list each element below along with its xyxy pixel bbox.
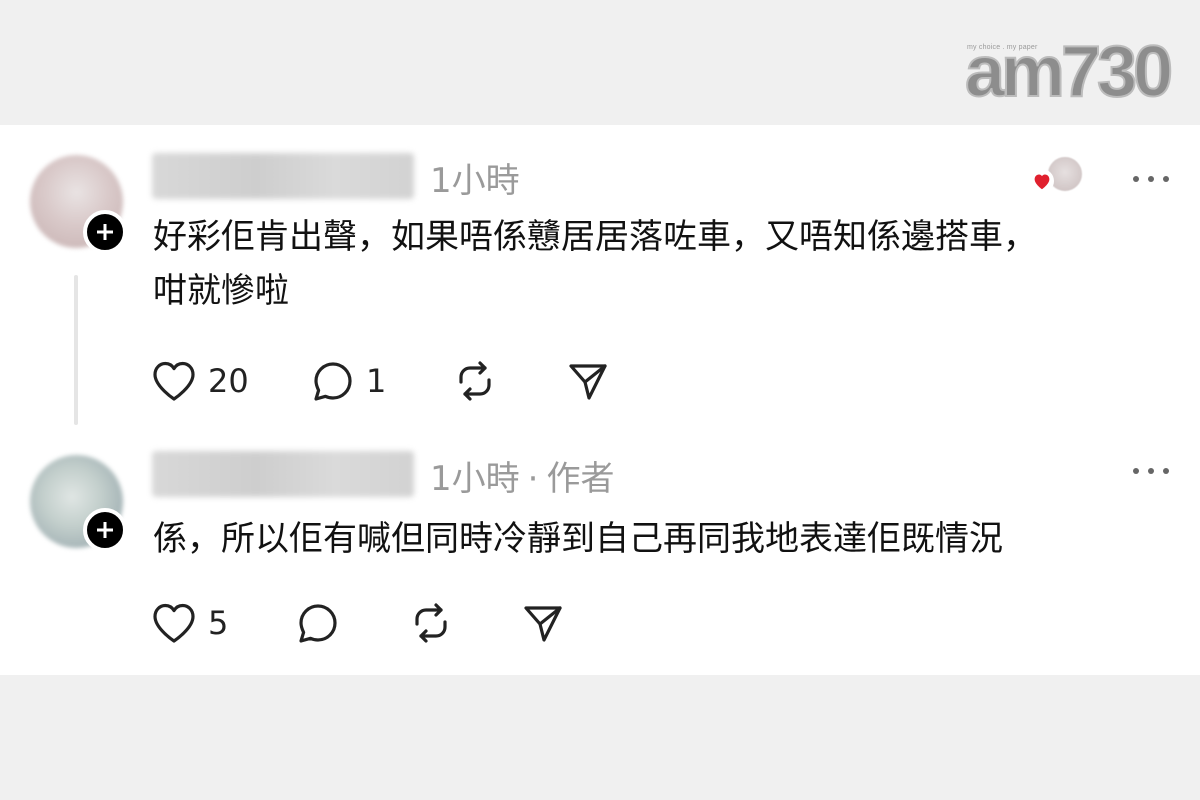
like-count: 20 xyxy=(208,362,249,400)
comment-icon xyxy=(299,604,337,643)
bottom-band xyxy=(0,675,1200,800)
comments-panel: 1小時 好彩佢肯出聲，如果唔係戇居居落咗車，又唔知係邊搭車， 咁就慘啦 20 1 xyxy=(0,125,1200,675)
like-count: 5 xyxy=(208,604,229,642)
comment-text-line: 係，所以佢有喊但同時冷靜到自己再同我地表達佢既情況 xyxy=(153,519,1003,559)
more-options-icon[interactable] xyxy=(1133,173,1169,185)
repost-button[interactable] xyxy=(408,595,454,651)
heart-icon xyxy=(153,361,195,401)
comment-meta: 1小時 · 作者 xyxy=(430,451,614,500)
repost-icon xyxy=(415,603,447,643)
timestamp: 1小時 xyxy=(430,459,520,499)
repost-button[interactable] xyxy=(452,353,498,409)
action-bar: 5 xyxy=(150,595,670,651)
author-tag: 作者 xyxy=(546,459,615,499)
comment-text: 係，所以佢有喊但同時冷靜到自己再同我地表達佢既情況 xyxy=(153,512,1163,566)
am730-logo: am730 my choice . my paper xyxy=(964,30,1174,110)
timestamp: 1小時 xyxy=(430,161,520,201)
comment-text-line: 咁就慘啦 xyxy=(153,271,289,311)
meta-separator: · xyxy=(527,459,539,499)
username-blurred[interactable] xyxy=(152,153,414,199)
top-banner: am730 my choice . my paper xyxy=(0,0,1200,125)
comment-icon xyxy=(314,362,352,401)
reply-button[interactable] xyxy=(295,595,351,651)
comment-meta: 1小時 xyxy=(430,153,520,202)
reply-count: 1 xyxy=(366,362,387,400)
comment-text: 好彩佢肯出聲，如果唔係戇居居落咗車，又唔知係邊搭車， 咁就慘啦 xyxy=(153,210,1163,318)
liked-by-author-indicator xyxy=(1030,155,1090,195)
follow-plus-icon[interactable] xyxy=(83,508,127,552)
share-button[interactable] xyxy=(565,353,611,409)
logo-tagline: my choice . my paper xyxy=(967,44,1038,51)
action-bar: 20 1 xyxy=(150,353,670,409)
comment-item: 1小時 好彩佢肯出聲，如果唔係戇居居落咗車，又唔知係邊搭車， 咁就慘啦 20 1 xyxy=(0,125,1200,425)
send-icon xyxy=(569,364,607,400)
heart-icon xyxy=(153,603,195,643)
send-icon xyxy=(524,606,562,642)
username-blurred[interactable] xyxy=(152,451,414,497)
heart-badge-icon xyxy=(1030,169,1054,193)
like-button[interactable]: 20 xyxy=(150,353,249,409)
follow-plus-icon[interactable] xyxy=(83,210,127,254)
comment-item: 1小時 · 作者 係，所以佢有喊但同時冷靜到自己再同我地表達佢既情況 5 xyxy=(0,445,1200,675)
repost-icon xyxy=(459,361,491,401)
like-button[interactable]: 5 xyxy=(150,595,228,651)
comment-text-line: 好彩佢肯出聲，如果唔係戇居居落咗車，又唔知係邊搭車， xyxy=(153,217,1037,257)
thread-line xyxy=(74,275,78,425)
more-options-icon[interactable] xyxy=(1133,465,1169,477)
reply-button[interactable]: 1 xyxy=(310,353,386,409)
share-button[interactable] xyxy=(520,595,566,651)
